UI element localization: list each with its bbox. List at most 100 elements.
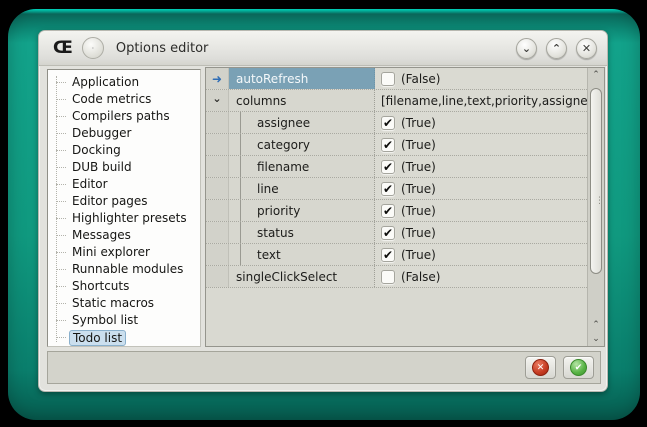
sidebar-item-label: Shortcuts bbox=[69, 278, 132, 295]
property-name-label: singleClickSelect bbox=[229, 266, 375, 287]
value-text: (True) bbox=[401, 204, 436, 218]
sidebar-item-todo-list[interactable]: Todo list bbox=[52, 329, 198, 346]
property-value-cell: ✔ (True) bbox=[375, 134, 587, 155]
scroll-down-icon: ⌄ bbox=[592, 334, 600, 344]
property-row-autoRefresh[interactable]: ➜ autoRefresh(False) bbox=[206, 68, 587, 90]
property-value-cell: (False) bbox=[375, 68, 587, 89]
row-gutter bbox=[206, 222, 229, 243]
checkbox-checked[interactable]: ✔ bbox=[381, 138, 395, 152]
sidebar-item-label: Code metrics bbox=[69, 91, 154, 108]
sidebar-item-label: Runnable modules bbox=[69, 261, 186, 278]
sidebar-item-messages[interactable]: Messages bbox=[52, 227, 198, 244]
tree-branch-line bbox=[56, 218, 66, 219]
scroll-up-button-2[interactable]: ⌃ bbox=[588, 318, 604, 332]
titlebar[interactable]: Œ · Options editor ⌄ ⌃ ✕ bbox=[39, 31, 607, 66]
tree-branch-line bbox=[56, 167, 66, 168]
property-name-label: autoRefresh bbox=[229, 68, 375, 89]
row-gutter bbox=[206, 266, 229, 287]
sidebar-item-docking[interactable]: Docking bbox=[52, 142, 198, 159]
cancel-icon: ✕ bbox=[532, 359, 549, 376]
sidebar-item-editor[interactable]: Editor bbox=[52, 176, 198, 193]
tree-branch-line bbox=[56, 150, 66, 151]
value-text: (True) bbox=[401, 138, 436, 152]
maximize-button[interactable]: ⌃ bbox=[546, 38, 567, 59]
close-button[interactable]: ✕ bbox=[576, 38, 597, 59]
checkbox-checked[interactable]: ✔ bbox=[381, 160, 395, 174]
sidebar-item-dub-build[interactable]: DUB build bbox=[52, 159, 198, 176]
row-gutter: ➜ bbox=[206, 68, 229, 89]
checkbox-unchecked[interactable] bbox=[381, 72, 395, 86]
checkbox-checked[interactable]: ✔ bbox=[381, 182, 395, 196]
property-row-assignee[interactable]: assignee✔(True) bbox=[206, 112, 587, 134]
sidebar-item-debugger[interactable]: Debugger bbox=[52, 125, 198, 142]
property-name-label: filename bbox=[229, 156, 375, 177]
value-text: (True) bbox=[401, 160, 436, 174]
property-row-filename[interactable]: filename ✔ (True) bbox=[206, 156, 587, 178]
sidebar-item-label: Static macros bbox=[69, 295, 157, 312]
row-gutter bbox=[206, 156, 229, 177]
vertical-scrollbar[interactable]: ⌃ ⌃ ⌄ bbox=[587, 68, 604, 346]
property-value-cell: (False) bbox=[375, 266, 587, 287]
sidebar-item-runnable-modules[interactable]: Runnable modules bbox=[52, 261, 198, 278]
accept-button[interactable]: ✔ bbox=[563, 356, 594, 379]
sidebar-item-label: Editor bbox=[69, 176, 111, 193]
row-gutter bbox=[206, 200, 229, 221]
sidebar-item-shortcuts[interactable]: Shortcuts bbox=[52, 278, 198, 295]
checkbox-checked[interactable]: ✔ bbox=[381, 204, 395, 218]
value-text: (True) bbox=[401, 182, 436, 196]
property-value-cell: ✔ (True) bbox=[375, 178, 587, 199]
property-row-singleClickSelect[interactable]: singleClickSelect(False) bbox=[206, 266, 587, 288]
sidebar-item-label: Editor pages bbox=[69, 193, 151, 210]
sidebar-item-code-metrics[interactable]: Code metrics bbox=[52, 91, 198, 108]
edge-splitter-grip[interactable]: ⋮ bbox=[595, 199, 604, 203]
property-row-priority[interactable]: priority ✔ (True) bbox=[206, 200, 587, 222]
value-text: [filename,line,text,priority,assignee bbox=[381, 94, 587, 108]
tree-branch-line bbox=[56, 337, 66, 338]
sidebar-item-symbol-list[interactable]: Symbol list bbox=[52, 312, 198, 329]
desktop-background: Œ · Options editor ⌄ ⌃ ✕ ApplicationCode… bbox=[0, 0, 647, 427]
property-name-label: category bbox=[229, 134, 375, 155]
property-value-cell: ✔ (True) bbox=[375, 156, 587, 177]
cancel-button[interactable]: ✕ bbox=[525, 356, 556, 379]
sidebar-item-highlighter-presets[interactable]: Highlighter presets bbox=[52, 210, 198, 227]
sidebar-item-application[interactable]: Application bbox=[52, 74, 198, 91]
scroll-down-button[interactable]: ⌄ bbox=[588, 332, 604, 346]
tree-branch-line bbox=[56, 286, 66, 287]
scroll-up-button[interactable]: ⌃ bbox=[588, 68, 604, 82]
tree-branch-line bbox=[56, 184, 66, 185]
property-row-columns[interactable]: ⌄columns[filename,line,text,priority,ass… bbox=[206, 90, 587, 112]
checkbox-unchecked[interactable] bbox=[381, 270, 395, 284]
checkbox-checked[interactable]: ✔ bbox=[381, 248, 395, 262]
window-menu-button[interactable]: · bbox=[82, 37, 104, 59]
row-gutter bbox=[206, 178, 229, 199]
property-name-label: priority bbox=[229, 200, 375, 221]
selected-row-arrow-icon: ➜ bbox=[212, 73, 222, 85]
property-row-line[interactable]: line ✔ (True) bbox=[206, 178, 587, 200]
sidebar-item-editor-pages[interactable]: Editor pages bbox=[52, 193, 198, 210]
minimize-button[interactable]: ⌄ bbox=[516, 38, 537, 59]
category-tree-panel: ApplicationCode metricsCompilers pathsDe… bbox=[47, 69, 201, 347]
sidebar-item-mini-explorer[interactable]: Mini explorer bbox=[52, 244, 198, 261]
window-title: Options editor bbox=[116, 41, 507, 56]
property-value-cell: [filename,line,text,priority,assignee bbox=[375, 90, 587, 111]
property-name-label: text bbox=[229, 244, 375, 265]
sidebar-item-label: Messages bbox=[69, 227, 134, 244]
chevron-down-icon: ⌄ bbox=[522, 42, 531, 55]
property-row-text[interactable]: text✔(True) bbox=[206, 244, 587, 266]
scrollbar-thumb[interactable] bbox=[590, 88, 602, 274]
sidebar-item-compilers-paths[interactable]: Compilers paths bbox=[52, 108, 198, 125]
chevron-up-icon: ⌃ bbox=[552, 42, 561, 55]
tree-branch-line bbox=[56, 252, 66, 253]
row-gutter: ⌄ bbox=[206, 90, 229, 111]
row-gutter bbox=[206, 112, 229, 133]
sidebar-item-static-macros[interactable]: Static macros bbox=[52, 295, 198, 312]
property-row-status[interactable]: status✔(True) bbox=[206, 222, 587, 244]
property-name-label: line bbox=[229, 178, 375, 199]
property-row-category[interactable]: category ✔ (True) bbox=[206, 134, 587, 156]
checkbox-checked[interactable]: ✔ bbox=[381, 116, 395, 130]
sidebar-item-label: Compilers paths bbox=[69, 108, 173, 125]
checkbox-checked[interactable]: ✔ bbox=[381, 226, 395, 240]
row-gutter bbox=[206, 134, 229, 155]
property-name-label: assignee bbox=[229, 112, 375, 133]
expand-collapse-chevron-icon[interactable]: ⌄ bbox=[212, 93, 221, 104]
